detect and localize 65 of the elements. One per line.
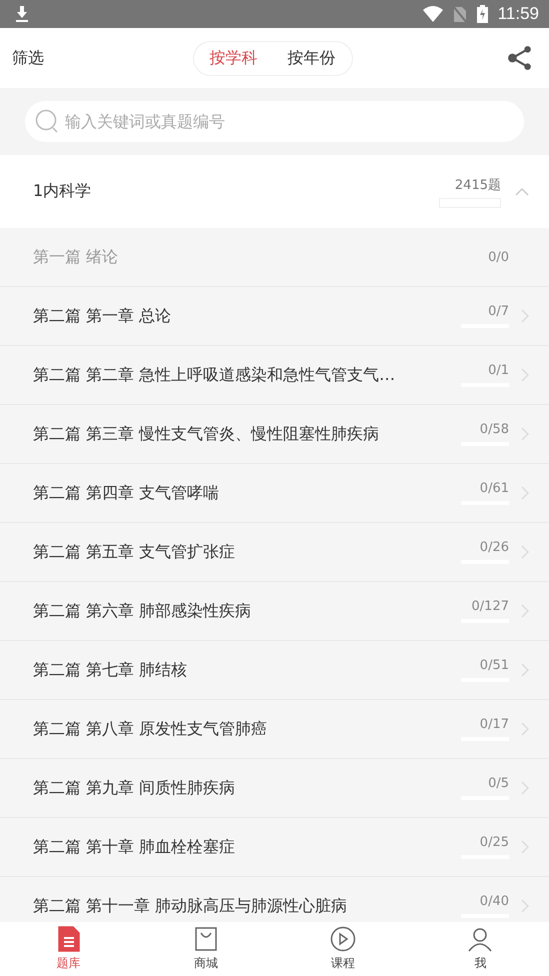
download-icon — [14, 5, 30, 23]
nav-tab[interactable]: 题库 — [0, 922, 138, 976]
search-field[interactable]: 输入关键词或真题编号 — [25, 101, 524, 142]
nav-tab[interactable]: 我 — [412, 922, 549, 976]
filter-button[interactable]: 筛选 — [12, 48, 72, 68]
progress-count: 0/0 — [488, 250, 509, 264]
chevron-right-icon — [521, 368, 529, 382]
progress-count: 0/51 — [480, 658, 509, 673]
progress-count: 0/7 — [488, 304, 509, 319]
person-icon — [467, 926, 494, 952]
chapter-row[interactable]: 第二篇 第三章 慢性支气管炎、慢性阻塞性肺疾病 0/58 — [0, 405, 549, 464]
chevron-right-icon — [521, 899, 529, 913]
document-icon — [56, 926, 81, 952]
chapter-title: 第二篇 第八章 原发性支气管肺癌 — [33, 718, 268, 740]
chevron-right-icon — [521, 486, 529, 500]
chapter-title: 第二篇 第十一章 肺动脉高压与肺源性心脏病 — [33, 896, 348, 916]
chapter-title: 第二篇 第二章 急性上呼吸道感染和急性气管支气… — [33, 364, 396, 386]
chapter-row[interactable]: 第二篇 第九章 间质性肺疾病 0/5 — [0, 759, 549, 818]
tab[interactable]: 按学科 — [210, 48, 258, 68]
chapter-row[interactable]: 第二篇 第一章 总论 0/7 — [0, 287, 549, 346]
chapter-title: 第二篇 第九章 间质性肺疾病 — [33, 778, 236, 798]
chapter-row[interactable]: 第二篇 第七章 肺结核 0/51 — [0, 641, 549, 700]
chevron-right-icon — [521, 309, 529, 323]
chapter-row[interactable]: 第二篇 第五章 支气管扩张症 0/26 — [0, 523, 549, 582]
progress-count: 0/25 — [480, 835, 509, 850]
chapter-row[interactable]: 第二篇 第四章 支气管哮喘 0/61 — [0, 464, 549, 523]
progress-count: 0/61 — [480, 481, 509, 496]
chapter-title: 第二篇 第六章 肺部感染性疾病 — [33, 600, 252, 622]
progress-count: 0/26 — [480, 540, 509, 555]
chapter-title: 第二篇 第十章 肺血栓栓塞症 — [33, 836, 236, 858]
play-icon — [330, 926, 356, 952]
chevron-right-icon — [521, 722, 529, 736]
chapter-row[interactable]: 第二篇 第八章 原发性支气管肺癌 0/17 — [0, 700, 549, 759]
chevron-right-icon — [521, 545, 529, 559]
chapter-title: 第二篇 第四章 支气管哮喘 — [33, 482, 220, 504]
chevron-right-icon — [521, 427, 529, 441]
chevron-right-icon — [521, 604, 529, 618]
subject-name: 1内科学 — [33, 181, 92, 202]
nav-tab[interactable]: 商城 — [137, 922, 274, 976]
progress-count: 0/1 — [488, 363, 509, 378]
chapter-row[interactable]: 第二篇 第六章 肺部感染性疾病 0/127 — [0, 582, 549, 641]
wifi-icon — [422, 6, 443, 22]
progress-count: 0/40 — [480, 894, 509, 909]
chapter-title: 第二篇 第三章 慢性支气管炎、慢性阻塞性肺疾病 — [33, 424, 380, 444]
chevron-right-icon — [521, 840, 529, 854]
shopping-bag-icon — [194, 926, 218, 952]
chapter-title: 第二篇 第五章 支气管扩张症 — [33, 542, 236, 562]
question-count: 2415题 — [454, 176, 501, 194]
chevron-right-icon — [521, 781, 529, 795]
chevron-right-icon — [521, 663, 529, 677]
status-time: 11:59 — [498, 4, 539, 24]
chapter-row[interactable]: 第二篇 第二章 急性上呼吸道感染和急性气管支气… 0/1 — [0, 346, 549, 405]
progress-count: 0/58 — [480, 422, 509, 437]
share-icon[interactable] — [507, 45, 533, 71]
tab[interactable]: 按年份 — [288, 48, 336, 68]
nav-tab[interactable]: 课程 — [274, 922, 412, 976]
progress-count: 0/5 — [488, 776, 509, 791]
progress-count: 0/17 — [480, 717, 509, 732]
progress-count: 0/127 — [472, 599, 509, 614]
battery-icon — [476, 5, 488, 23]
chapter-title: 第二篇 第七章 肺结核 — [33, 660, 188, 680]
no-sim-icon — [452, 6, 467, 22]
chapter-title: 第二篇 第一章 总论 — [33, 306, 172, 326]
chapter-row[interactable]: 第二篇 第十章 肺血栓栓塞症 0/25 — [0, 818, 549, 877]
chapter-title: 第一篇 绪论 — [33, 246, 120, 268]
